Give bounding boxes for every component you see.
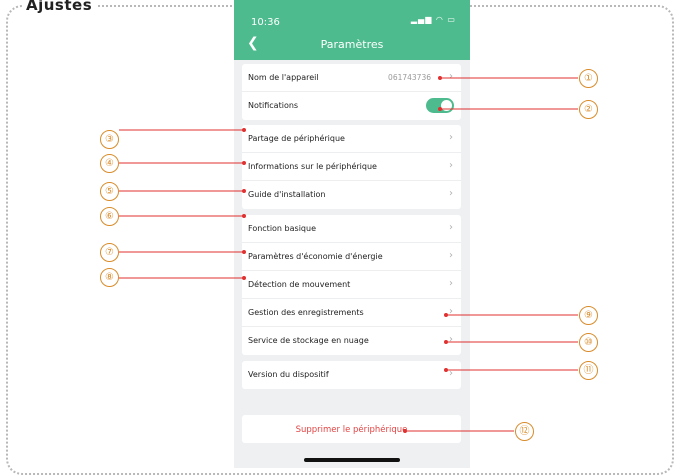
annotation-lines bbox=[119, 76, 578, 433]
callout-7: ⑦ bbox=[100, 243, 119, 262]
callout-10: ⑩ bbox=[579, 333, 598, 352]
callout-1: ① bbox=[579, 69, 598, 88]
callout-4: ④ bbox=[100, 154, 119, 173]
callout-9: ⑨ bbox=[579, 306, 598, 325]
callout-2: ② bbox=[579, 100, 598, 119]
callout-6: ⑥ bbox=[100, 207, 119, 226]
callout-12: ⑫ bbox=[515, 422, 534, 441]
callout-5: ⑤ bbox=[100, 182, 119, 201]
callout-8: ⑧ bbox=[100, 268, 119, 287]
callout-3: ③ bbox=[100, 130, 119, 149]
callout-11: ⑪ bbox=[579, 361, 598, 380]
